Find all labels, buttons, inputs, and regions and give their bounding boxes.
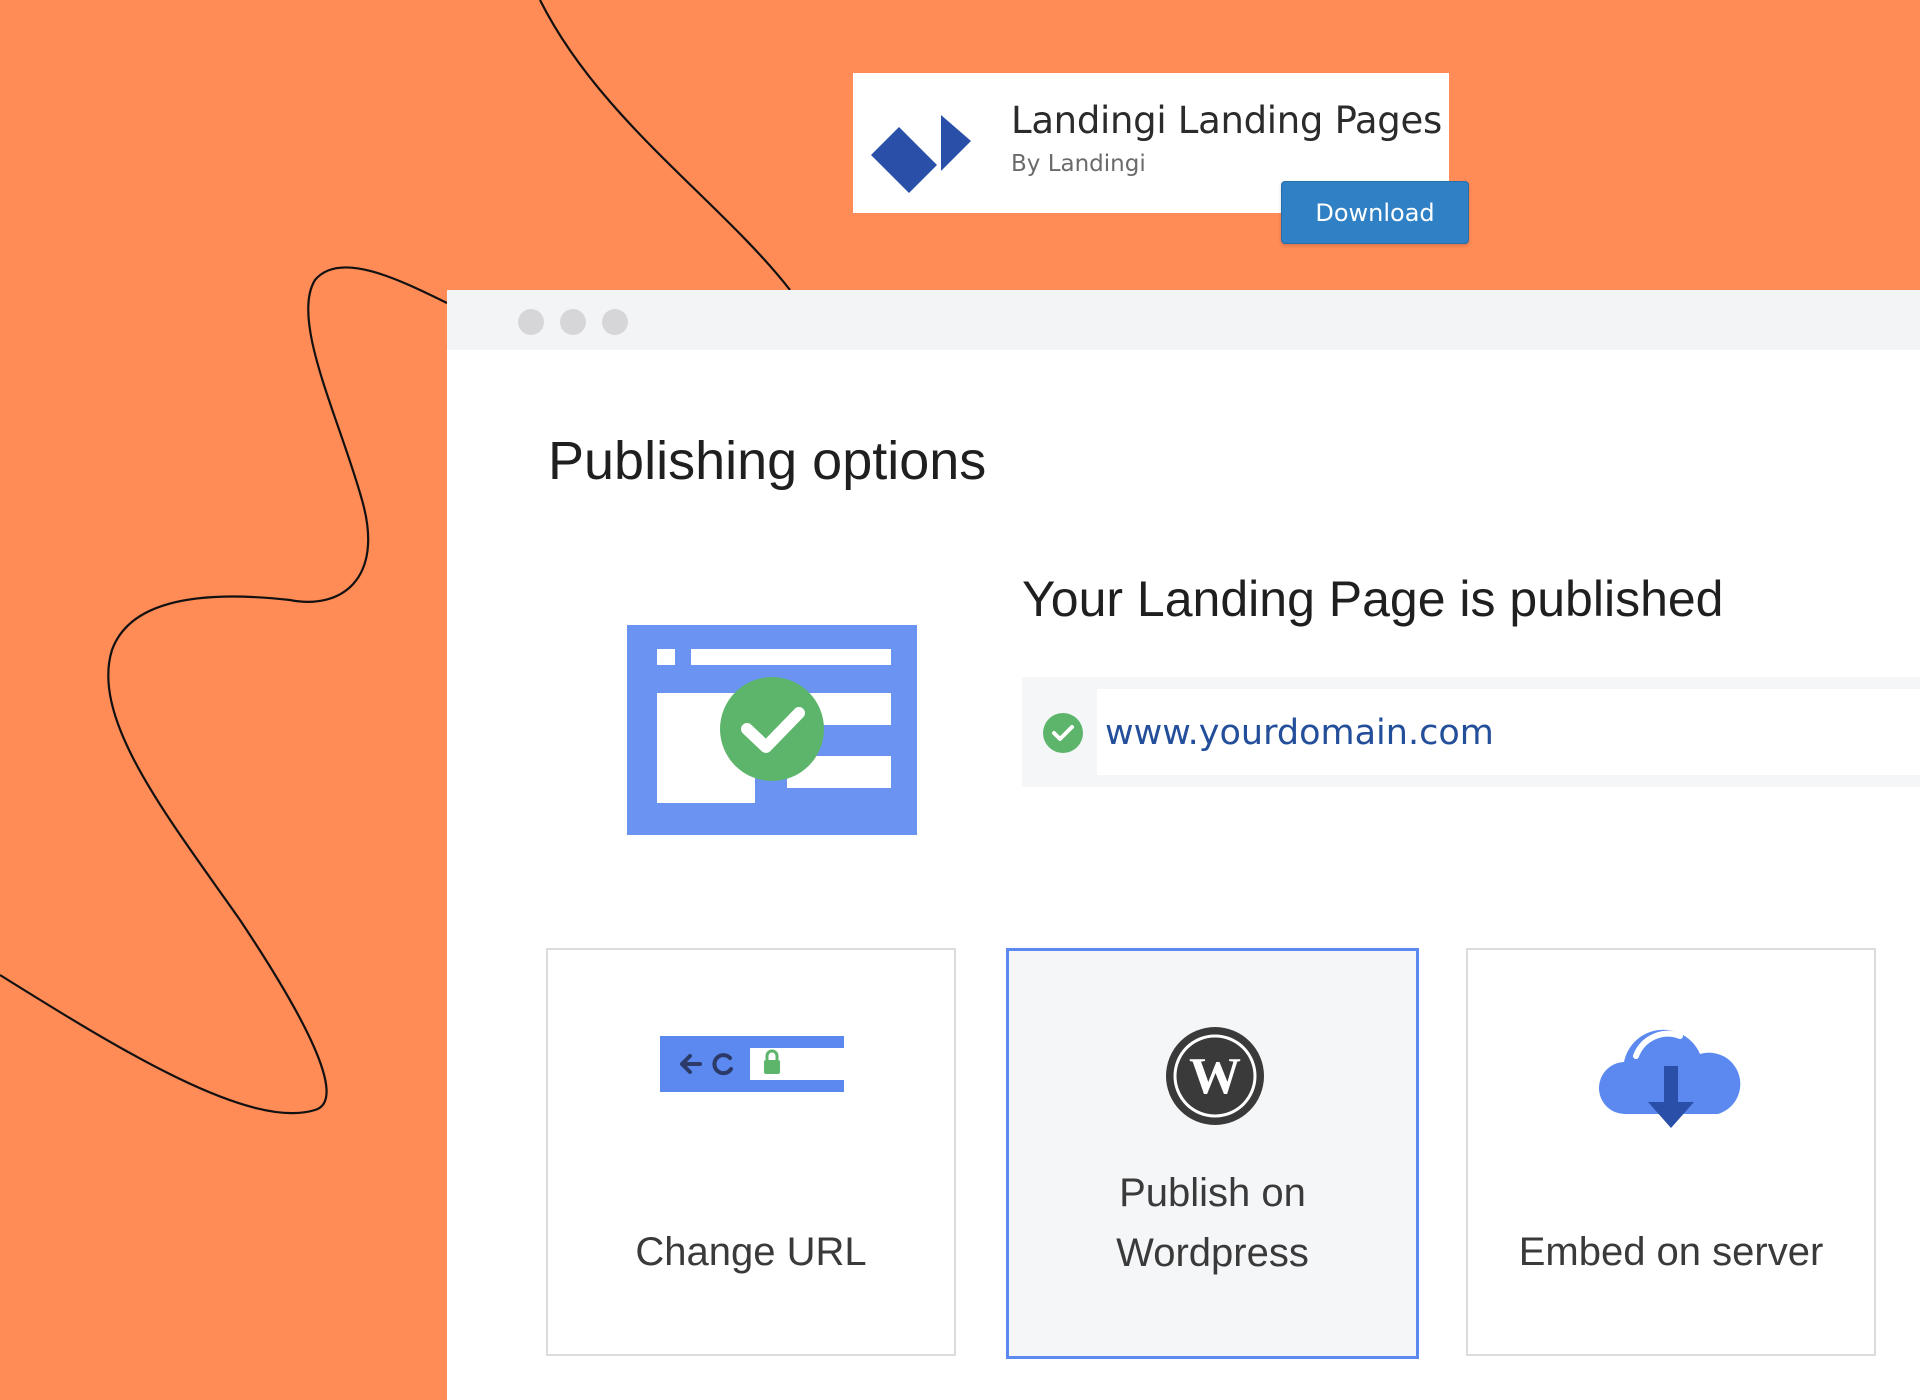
browser-title-bar xyxy=(447,290,1920,350)
option-embed-server[interactable]: Embed on server xyxy=(1466,948,1876,1356)
option-label: Change URL xyxy=(635,1230,867,1274)
download-button[interactable]: Download xyxy=(1281,181,1469,244)
window-dot-maximize[interactable] xyxy=(602,309,628,335)
wordpress-icon: W xyxy=(1166,1027,1264,1125)
window-dot-close[interactable] xyxy=(518,309,544,335)
plugin-author: By Landingi xyxy=(1011,151,1146,177)
cloud-download-icon xyxy=(1598,1029,1741,1128)
check-circle-icon xyxy=(1043,713,1083,753)
plugin-title: Landingi Landing Pages xyxy=(1011,99,1442,142)
option-label: Embed on server xyxy=(1518,1230,1824,1274)
option-publish-wordpress[interactable]: W Publish on Wordpress xyxy=(1006,948,1419,1359)
option-change-url[interactable]: Change URL xyxy=(546,948,956,1356)
window-dot-minimize[interactable] xyxy=(560,309,586,335)
published-url-link[interactable]: www.yourdomain.com xyxy=(1105,713,1494,753)
option-label: Publish on Wordpress xyxy=(1116,1171,1309,1275)
published-url-box: www.yourdomain.com xyxy=(1022,677,1920,787)
svg-text:W: W xyxy=(1189,1048,1241,1105)
browser-window: Publishing options Your Landing Page is … xyxy=(447,290,1920,1400)
landingi-logo-icon xyxy=(871,115,971,193)
page-title: Publishing options xyxy=(548,431,987,491)
browser-url-bar-icon xyxy=(660,1036,844,1092)
published-page-illustration xyxy=(627,625,917,835)
published-heading: Your Landing Page is published xyxy=(1022,571,1724,627)
